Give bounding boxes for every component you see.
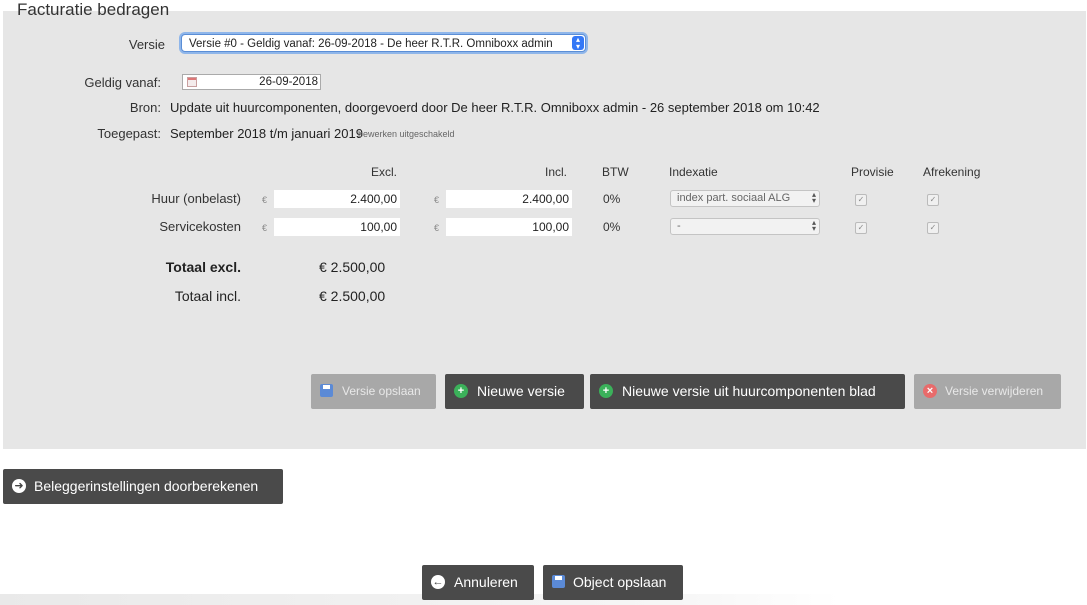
provisie-checkbox[interactable]: ✓ [855,194,867,206]
row-label: Huur (onbelast) [151,191,241,206]
toegepast-value: September 2018 t/m januari 2019 [170,126,363,141]
col-incl: Incl. [545,165,568,179]
calendar-icon[interactable] [187,77,197,87]
col-btw: BTW [602,165,629,179]
row-label: Servicekosten [159,219,241,234]
row-btw: 0% [603,192,621,206]
nieuwe-versie-button[interactable]: + Nieuwe versie [445,374,584,409]
nieuwe-versie-label: Nieuwe versie [477,383,565,399]
row-indexatie-value: index part. sociaal ALG [677,192,791,204]
nieuwe-versie-blad-label: Nieuwe versie uit huurcomponenten blad [622,383,876,399]
totaal-excl-label: Totaal excl. [165,259,241,275]
euro-symbol: € [262,195,268,205]
afrekening-checkbox[interactable]: ✓ [927,194,939,206]
toegepast-note: bewerken uitgeschakeld [358,129,455,139]
row-btw: 0% [603,220,621,234]
x-circle-icon: × [923,384,937,398]
totaal-incl-label: Totaal incl. [174,288,241,304]
row-excl-input[interactable]: 100,00 [274,218,400,236]
versie-opslaan-button[interactable]: Versie opslaan [311,374,436,409]
versie-select[interactable]: Versie #0 - Geldig vanaf: 26-09-2018 - D… [181,34,586,52]
footer-shade [0,594,840,605]
versie-select-value: Versie #0 - Geldig vanaf: 26-09-2018 - D… [189,38,553,50]
section-legend: Facturatie bedragen [17,0,170,19]
chevron-updown-icon: ▴ ▾ [811,218,816,233]
row-incl-input[interactable]: 2.400,00 [446,190,572,208]
versie-verwijderen-button[interactable]: × Versie verwijderen [914,374,1061,409]
arrow-left-circle-icon: ← [431,575,445,589]
geldig-vanaf-value: 26-09-2018 [259,76,318,88]
versie-verwijderen-label: Versie verwijderen [945,384,1044,398]
annuleren-button[interactable]: ← Annuleren [422,565,534,600]
object-opslaan-label: Object opslaan [573,574,667,590]
totaal-incl-value: € 2.500,00 [319,288,386,304]
totaal-excl-value: € 2.500,00 [319,259,386,275]
row-indexatie-value: - [677,220,681,232]
object-opslaan-button[interactable]: Object opslaan [543,565,683,600]
bron-value: Update uit huurcomponenten, doorgevoerd … [170,100,820,115]
row-incl-input[interactable]: 100,00 [446,218,572,236]
col-afrekening: Afrekening [923,165,981,179]
geldig-vanaf-field[interactable]: 26-09-2018 [182,74,321,90]
provisie-checkbox[interactable]: ✓ [855,222,867,234]
col-excl: Excl. [371,165,398,179]
col-indexatie: Indexatie [669,165,718,179]
chevron-updown-icon: ▴ ▾ [811,190,816,205]
euro-symbol: € [434,223,440,233]
euro-symbol: € [262,223,268,233]
toegepast-label: Toegepast: [97,126,161,141]
row-excl-input[interactable]: 2.400,00 [274,190,400,208]
versie-opslaan-label: Versie opslaan [342,384,421,398]
chevron-updown-icon: ▴ ▾ [572,36,584,51]
arrow-right-circle-icon: ➜ [12,479,26,493]
facturatie-panel: Facturatie bedragen Versie Versie #0 - G… [3,0,1086,449]
beleggerinstellingen-label: Beleggerinstellingen doorberekenen [34,478,259,494]
euro-symbol: € [434,195,440,205]
plus-circle-icon: + [599,384,613,398]
versie-label: Versie [128,37,165,52]
afrekening-checkbox[interactable]: ✓ [927,222,939,234]
floppy-disk-icon [320,384,333,397]
nieuwe-versie-blad-button[interactable]: + Nieuwe versie uit huurcomponenten blad [590,374,905,409]
bron-label: Bron: [129,100,161,115]
floppy-disk-icon [552,575,565,588]
annuleren-label: Annuleren [454,574,518,590]
geldig-vanaf-label: Geldig vanaf: [84,75,161,90]
plus-circle-icon: + [454,384,468,398]
beleggerinstellingen-button[interactable]: ➜ Beleggerinstellingen doorberekenen [3,469,283,504]
col-provisie: Provisie [851,165,894,179]
row-indexatie-select[interactable]: index part. sociaal ALG ▴ ▾ [670,190,820,207]
row-indexatie-select[interactable]: - ▴ ▾ [670,218,820,235]
